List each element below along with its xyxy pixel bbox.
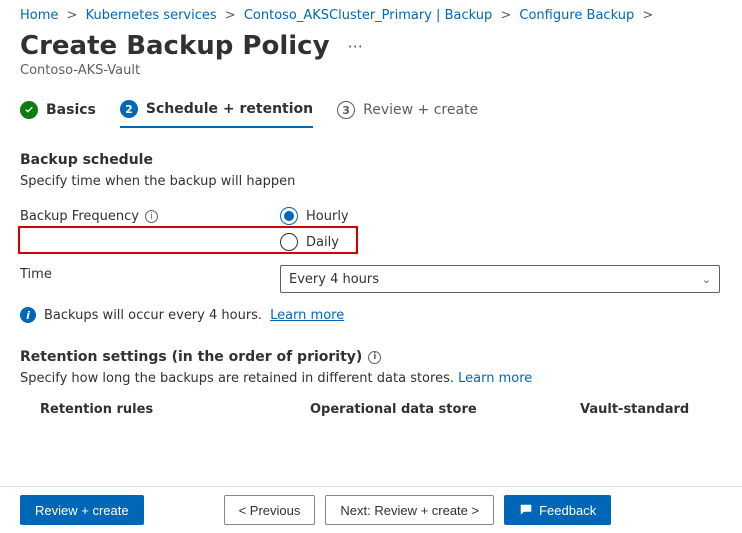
radio-daily[interactable]: Daily (280, 233, 349, 251)
backup-schedule-desc: Specify time when the backup will happen (20, 174, 722, 189)
chevron-down-icon: ⌄ (702, 273, 711, 286)
info-icon[interactable]: i (368, 351, 381, 364)
step-number-icon: 3 (337, 101, 355, 119)
check-icon (20, 101, 38, 119)
crumb-cluster-backup[interactable]: Contoso_AKSCluster_Primary | Backup (244, 8, 492, 23)
backup-frequency-info: Backups will occur every 4 hours. (44, 308, 262, 323)
step-number-icon: 2 (120, 100, 138, 118)
radio-indicator-checked (280, 207, 298, 225)
retention-columns-header: Retention rules Operational data store V… (20, 402, 722, 417)
info-icon[interactable]: i (145, 210, 158, 223)
retention-settings-heading: Retention settings (in the order of prio… (20, 349, 362, 365)
crumb-sep: > (642, 8, 653, 23)
tab-review-label: Review + create (363, 102, 478, 118)
col-retention-rules: Retention rules (20, 402, 310, 417)
feedback-button[interactable]: Feedback (504, 495, 611, 525)
crumb-sep: > (67, 8, 78, 23)
time-label: Time (20, 265, 280, 282)
crumb-kubernetes[interactable]: Kubernetes services (86, 8, 217, 23)
tab-schedule-retention[interactable]: 2 Schedule + retention (120, 100, 313, 128)
crumb-configure-backup[interactable]: Configure Backup (519, 8, 634, 23)
more-actions-button[interactable]: ··· (342, 37, 369, 56)
review-create-button[interactable]: Review + create (20, 495, 144, 525)
footer-bar: Review + create < Previous Next: Review … (0, 486, 742, 533)
breadcrumb: Home > Kubernetes services > Contoso_AKS… (0, 0, 742, 27)
retention-desc: Specify how long the backups are retaine… (20, 371, 454, 386)
time-select[interactable]: Every 4 hours ⌄ (280, 265, 720, 293)
col-operational-store: Operational data store (310, 402, 580, 417)
tab-review-create[interactable]: 3 Review + create (337, 101, 478, 127)
page-title: Create Backup Policy (20, 31, 330, 61)
tab-schedule-label: Schedule + retention (146, 101, 313, 117)
radio-hourly-label: Hourly (306, 209, 349, 224)
radio-hourly[interactable]: Hourly (280, 207, 349, 225)
time-select-value: Every 4 hours (289, 272, 379, 287)
info-icon: i (20, 307, 36, 323)
next-button[interactable]: Next: Review + create > (325, 495, 494, 525)
radio-indicator (280, 233, 298, 251)
tab-basics-label: Basics (46, 102, 96, 118)
feedback-icon (519, 503, 533, 517)
crumb-sep: > (500, 8, 511, 23)
radio-daily-label: Daily (306, 235, 339, 250)
crumb-sep: > (225, 8, 236, 23)
wizard-steps: Basics 2 Schedule + retention 3 Review +… (0, 96, 742, 128)
page-subtitle: Contoso-AKS-Vault (0, 61, 742, 96)
tab-basics[interactable]: Basics (20, 101, 96, 127)
backup-schedule-heading: Backup schedule (20, 152, 722, 168)
col-vault-standard: Vault-standard (580, 402, 689, 417)
learn-more-link[interactable]: Learn more (270, 308, 344, 323)
crumb-home[interactable]: Home (20, 8, 58, 23)
backup-frequency-label: Backup Frequency i (20, 207, 280, 224)
previous-button[interactable]: < Previous (224, 495, 316, 525)
learn-more-link[interactable]: Learn more (458, 371, 532, 386)
